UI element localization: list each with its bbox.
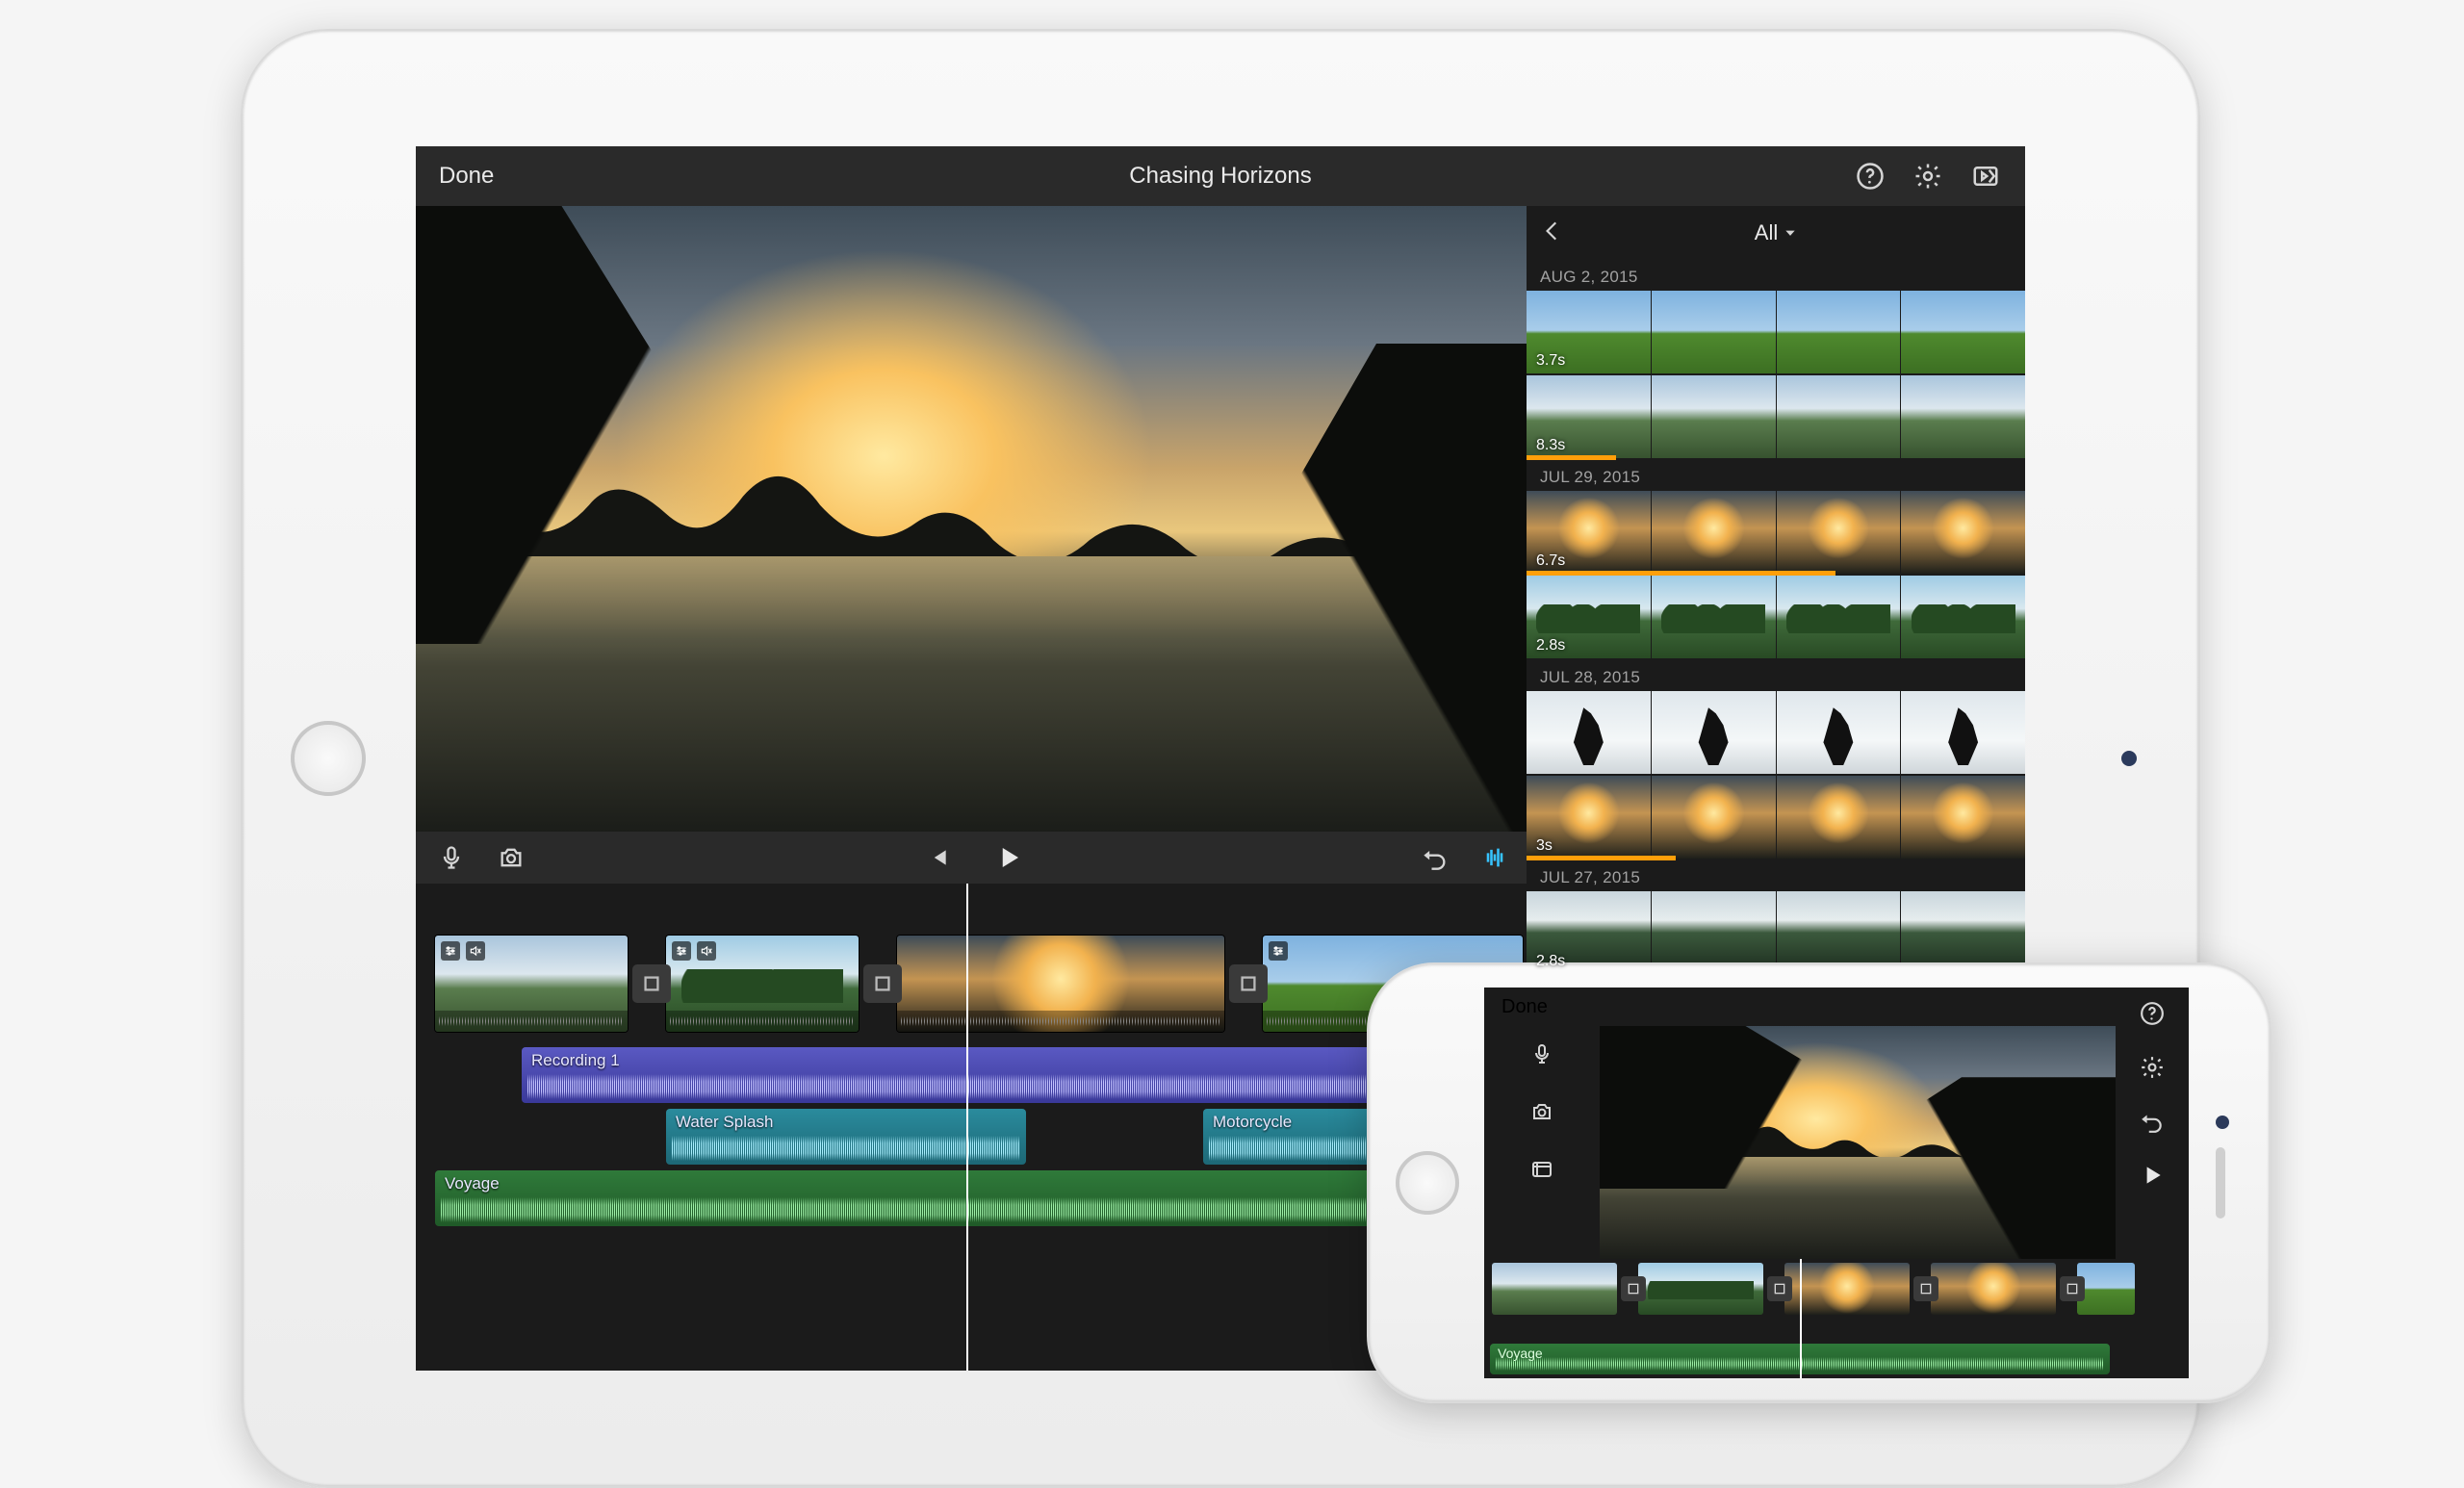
settings-icon[interactable] <box>1912 160 1944 192</box>
adjust-badge-icon <box>672 941 691 961</box>
prev-frame-icon[interactable] <box>921 841 954 874</box>
project-title: Chasing Horizons <box>416 163 2025 190</box>
audio-lane-recording[interactable]: Recording 1 <box>425 1047 1521 1103</box>
video-lane[interactable] <box>425 926 1521 1041</box>
audio-waveform-icon[interactable] <box>1478 841 1511 874</box>
browser-filter[interactable]: All <box>1755 220 1797 245</box>
back-icon[interactable] <box>1540 218 1569 247</box>
clip-duration: 2.8s <box>1536 637 1565 654</box>
mute-badge-icon <box>697 941 716 961</box>
audio-clip-label: Voyage <box>445 1174 500 1193</box>
phone-settings-icon[interactable] <box>2138 1053 2167 1082</box>
audio-lane-music[interactable]: Voyage <box>425 1170 1521 1226</box>
browser-clip[interactable]: 8.3s <box>1527 375 2025 460</box>
timeline[interactable]: Recording 1 Water Splash Motorcycle Voyag… <box>416 884 1530 1371</box>
clip-duration: 3.7s <box>1536 352 1565 370</box>
browser-date-header: AUG 2, 2015 <box>1527 260 2025 291</box>
transition[interactable] <box>863 964 902 1003</box>
video-clip[interactable] <box>897 936 1224 1032</box>
iphone-speaker <box>2216 1147 2225 1219</box>
phone-camera-icon[interactable] <box>1527 1097 1556 1126</box>
playhead[interactable] <box>966 884 968 1371</box>
camera-icon[interactable] <box>495 841 527 874</box>
ipad-camera <box>2121 751 2137 766</box>
browser-clip[interactable]: 3s <box>1527 776 2025 860</box>
phone-microphone-icon[interactable] <box>1527 1039 1556 1068</box>
phone-timeline[interactable]: Voyage <box>1484 1259 2116 1378</box>
mute-badge-icon <box>466 941 485 961</box>
phone-video-clip[interactable] <box>1492 1263 1617 1315</box>
phone-play-icon[interactable] <box>2138 1161 2167 1190</box>
browser-clip[interactable]: 3.7s <box>1527 291 2025 375</box>
iphone-camera <box>2216 1116 2229 1129</box>
iphone-screen: Done <box>1484 988 2189 1378</box>
browser-date-header: JUL 28, 2015 <box>1527 660 2025 691</box>
clip-duration: 3s <box>1536 837 1553 855</box>
phone-transition[interactable] <box>2060 1276 2085 1301</box>
topbar: Done Chasing Horizons <box>416 146 2025 206</box>
phone-right-rail <box>2116 988 2189 1378</box>
preview-toolbar <box>416 832 1530 884</box>
ipad-home-button[interactable] <box>291 721 366 796</box>
imovie-app-phone: Done <box>1484 988 2189 1378</box>
phone-help-icon[interactable] <box>2138 999 2167 1028</box>
audio-clip[interactable]: Voyage <box>435 1170 1523 1226</box>
phone-transition[interactable] <box>1913 1276 1938 1301</box>
transition[interactable] <box>1229 964 1268 1003</box>
phone-video-clip[interactable] <box>1931 1263 2056 1315</box>
phone-video-clip[interactable] <box>1784 1263 1910 1315</box>
audio-clip-label: Water Splash <box>676 1113 773 1131</box>
help-icon[interactable] <box>1854 160 1886 192</box>
iphone-home-button[interactable] <box>1396 1151 1459 1215</box>
iphone-device: Done <box>1367 962 2272 1403</box>
adjust-badge-icon <box>1269 941 1288 961</box>
phone-video-clip[interactable] <box>1638 1263 1763 1315</box>
browser-date-header: JUL 27, 2015 <box>1527 860 2025 891</box>
phone-video-clip[interactable] <box>2077 1263 2135 1315</box>
clip-duration: 8.3s <box>1536 437 1565 454</box>
clip-duration: 6.7s <box>1536 552 1565 570</box>
browser-clip[interactable]: 6.7s <box>1527 491 2025 576</box>
undo-icon[interactable] <box>1419 841 1451 874</box>
phone-transition[interactable] <box>1767 1276 1792 1301</box>
audio-lane-sfx[interactable]: Water Splash Motorcycle <box>425 1109 1521 1165</box>
share-icon[interactable] <box>1969 160 2002 192</box>
microphone-icon[interactable] <box>435 841 468 874</box>
video-clip[interactable] <box>435 936 628 1032</box>
phone-preview[interactable] <box>1600 1026 2116 1259</box>
audio-clip-label: Motorcycle <box>1213 1113 1292 1131</box>
phone-media-icon[interactable] <box>1527 1155 1556 1184</box>
audio-clip[interactable]: Water Splash <box>666 1109 1026 1165</box>
play-icon[interactable] <box>992 841 1025 874</box>
phone-transition[interactable] <box>1621 1276 1646 1301</box>
done-button[interactable]: Done <box>439 163 494 190</box>
browser-bar: All <box>1527 206 2025 260</box>
adjust-badge-icon <box>441 941 460 961</box>
browser-body[interactable]: AUG 2, 2015 3.7s 8.3s JUL 29, 2015 6.7s 2.8s J… <box>1527 260 2025 1061</box>
browser-clip[interactable]: 2.8s <box>1527 576 2025 660</box>
phone-undo-icon[interactable] <box>2138 1107 2167 1136</box>
browser-date-header: JUL 29, 2015 <box>1527 460 2025 491</box>
clip-duration: 2.8s <box>1536 953 1565 970</box>
phone-topbar: Done <box>1484 988 2116 1026</box>
audio-clip-label: Recording 1 <box>531 1051 620 1069</box>
browser-clip[interactable] <box>1527 691 2025 776</box>
phone-left-rail <box>1484 1026 1600 1259</box>
video-clip[interactable] <box>666 936 859 1032</box>
transition[interactable] <box>632 964 671 1003</box>
preview-viewer[interactable] <box>416 206 1530 832</box>
phone-playhead[interactable] <box>1800 1259 1802 1378</box>
phone-done-button[interactable]: Done <box>1502 996 1548 1018</box>
